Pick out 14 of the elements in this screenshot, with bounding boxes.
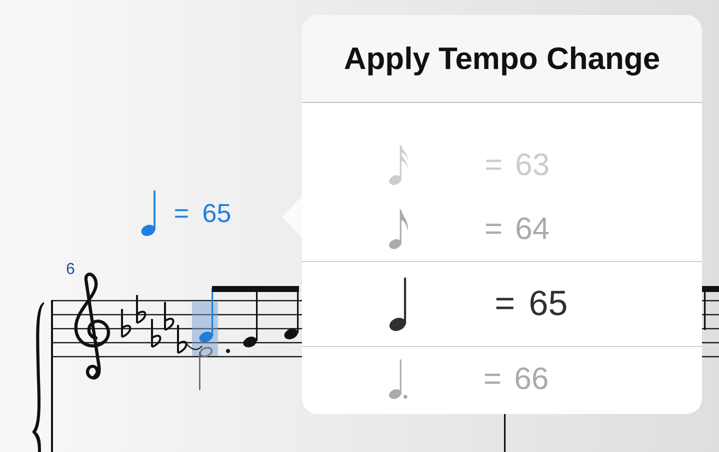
eighth-note-icon — [388, 209, 408, 249]
popover-title: Apply Tempo Change — [344, 40, 660, 76]
quarter-note-icon — [140, 190, 156, 236]
quarter-note-icon — [388, 277, 407, 331]
tempo-marking[interactable]: = 65 — [174, 198, 232, 228]
beamed-note-drawing — [702, 286, 719, 330]
key-signature-drawing — [121, 294, 188, 354]
dotted-quarter-note-icon — [388, 359, 408, 399]
tempo-option[interactable]: = 64 — [302, 197, 702, 261]
tempo-option[interactable]: = 65 — [302, 261, 702, 347]
treble-clef-icon — [74, 272, 110, 380]
tempo-option[interactable]: = 66 — [302, 347, 702, 411]
sixteenth-note-icon — [388, 145, 408, 185]
measure-number: 6 — [66, 261, 75, 279]
